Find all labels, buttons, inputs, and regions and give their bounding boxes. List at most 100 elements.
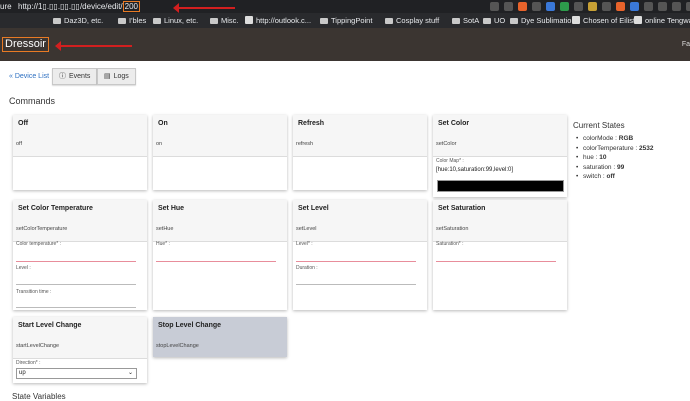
puzzle-icon[interactable]	[658, 2, 667, 11]
level-input[interactable]	[16, 284, 136, 285]
command-name: Refresh	[298, 120, 325, 127]
extension-icon[interactable]	[644, 2, 653, 11]
info-icon: ⓘ	[59, 73, 66, 80]
bookmark-link[interactable]: online Tengwar...	[634, 16, 690, 25]
logs-button[interactable]: ▤ Logs	[97, 68, 136, 85]
folder-icon	[153, 18, 161, 24]
command-name: On	[158, 120, 168, 127]
command-name: Off	[18, 120, 29, 127]
command-method: setColor	[436, 141, 457, 147]
command-card-start-level-change[interactable]: Start Level Change startLevelChange Dire…	[13, 317, 147, 383]
device-list-link[interactable]: « Device List	[9, 73, 49, 80]
url-prefix-fragment: ure	[0, 2, 12, 11]
command-button-on[interactable]: On on	[153, 115, 287, 157]
command-method: setHue	[156, 226, 174, 232]
command-name: Set Level	[298, 205, 329, 212]
bookmark-folder[interactable]: Cosplay stuff	[385, 16, 439, 25]
state-item: colorTemperature : 2532	[573, 144, 653, 154]
state-item: switch : off	[573, 172, 653, 182]
level-input[interactable]	[296, 261, 416, 262]
folder-icon	[210, 18, 218, 24]
saturation-input[interactable]	[436, 261, 556, 262]
state-item: hue : 10	[573, 153, 653, 163]
command-card-stop-level-change[interactable]: Stop Level Change stopLevelChange	[153, 317, 287, 357]
bookmark-folder[interactable]: I'bles	[118, 16, 146, 25]
folder-icon	[320, 18, 328, 24]
color-swatch[interactable]	[437, 180, 564, 192]
color-map-input[interactable]: [hue:10,saturation:99,level:0]	[436, 167, 513, 173]
command-card-on[interactable]: On on	[153, 115, 287, 190]
bookmark-folder[interactable]: TippingPoint	[320, 16, 372, 25]
bookmark-folder[interactable]: Daz3D, etc.	[53, 16, 103, 25]
command-button-stop-level-change[interactable]: Stop Level Change stopLevelChange	[153, 317, 287, 357]
extension-icon[interactable]	[616, 2, 625, 11]
folder-icon	[118, 18, 126, 24]
bookmark-folder[interactable]: UO	[483, 16, 505, 25]
header-right-fragment: Fa	[681, 41, 690, 48]
command-name: Start Level Change	[18, 322, 82, 329]
shield-icon[interactable]	[490, 2, 499, 11]
field-label: Color temperature* :	[16, 241, 62, 247]
direction-select[interactable]: up ⌄	[16, 368, 137, 379]
hue-input[interactable]	[156, 261, 276, 262]
site-icon	[245, 16, 253, 24]
profile-icon[interactable]	[672, 2, 681, 11]
bookmark-link[interactable]: http://outlook.c...	[245, 16, 311, 25]
folder-icon	[452, 18, 460, 24]
command-method: on	[156, 141, 163, 147]
command-button-off[interactable]: Off off	[13, 115, 147, 157]
field-label: Duration :	[296, 265, 318, 271]
command-method: refresh	[296, 141, 314, 147]
command-button-set-saturation[interactable]: Set Saturation setSaturation	[433, 200, 567, 242]
command-button-set-hue[interactable]: Set Hue setHue	[153, 200, 287, 242]
duration-input[interactable]	[296, 284, 416, 285]
extension-icon[interactable]	[602, 2, 611, 11]
field-label: Level :	[16, 265, 31, 271]
extension-icon[interactable]	[560, 2, 569, 11]
commands-heading: Commands	[9, 96, 56, 106]
state-item: saturation : 99	[573, 163, 653, 173]
address-field[interactable]: http://1▯.▯▯.▯▯.▯▯/device/edit/200	[18, 0, 140, 13]
bookmark-folder[interactable]: Misc.	[210, 16, 239, 25]
menu-icon[interactable]	[686, 2, 690, 11]
bookmark-folder[interactable]: SotA	[452, 16, 479, 25]
fox-icon[interactable]	[518, 2, 527, 11]
command-card-off[interactable]: Off off	[13, 115, 147, 190]
command-card-set-level[interactable]: Set Level setLevel Level* : Duration :	[293, 200, 427, 310]
command-button-start-level-change[interactable]: Start Level Change startLevelChange	[13, 317, 147, 359]
extension-icon[interactable]	[574, 2, 583, 11]
extension-icon[interactable]	[504, 2, 513, 11]
command-name: Set Hue	[158, 205, 185, 212]
command-card-refresh[interactable]: Refresh refresh	[293, 115, 427, 190]
transition-time-input[interactable]	[16, 307, 136, 308]
command-button-refresh[interactable]: Refresh refresh	[293, 115, 427, 157]
command-name: Stop Level Change	[158, 322, 222, 329]
extension-icon[interactable]	[546, 2, 555, 11]
field-label: Saturation* :	[436, 241, 464, 247]
field-label: Direction* :	[16, 360, 41, 366]
site-icon	[572, 16, 580, 24]
extension-icon[interactable]	[532, 2, 541, 11]
command-card-set-color[interactable]: Set Color setColor Color Map* : [hue:10,…	[433, 115, 567, 197]
extension-icon[interactable]	[630, 2, 639, 11]
command-card-set-color-temperature[interactable]: Set Color Temperature setColorTemperatur…	[13, 200, 147, 310]
browser-url-bar: ure http://1▯.▯▯.▯▯.▯▯/device/edit/200	[0, 0, 690, 13]
color-temperature-input[interactable]	[16, 261, 136, 262]
extension-icon[interactable]	[588, 2, 597, 11]
field-label: Color Map* :	[436, 158, 464, 164]
command-method: startLevelChange	[16, 343, 60, 349]
bookmark-folder[interactable]: Dye Sublimation	[510, 16, 576, 25]
command-button-set-level[interactable]: Set Level setLevel	[293, 200, 427, 242]
command-method: setLevel	[296, 226, 317, 232]
folder-icon	[53, 18, 61, 24]
command-button-set-color[interactable]: Set Color setColor	[433, 115, 567, 157]
annotation-arrow-url	[173, 3, 235, 13]
command-button-set-color-temperature[interactable]: Set Color Temperature setColorTemperatur…	[13, 200, 147, 242]
command-method: off	[16, 141, 23, 147]
field-label: Transition time :	[16, 289, 52, 295]
bookmark-link[interactable]: Chosen of Eilist...	[572, 16, 641, 25]
bookmark-folder[interactable]: Linux, etc.	[153, 16, 198, 25]
command-card-set-hue[interactable]: Set Hue setHue Hue* :	[153, 200, 287, 310]
events-button[interactable]: ⓘ Events	[52, 68, 98, 85]
command-card-set-saturation[interactable]: Set Saturation setSaturation Saturation*…	[433, 200, 567, 310]
